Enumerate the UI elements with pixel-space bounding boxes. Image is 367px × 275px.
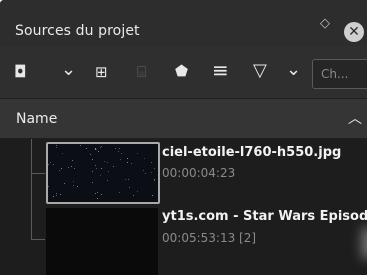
search-input[interactable]: Ch... <box>312 59 367 89</box>
star-dot <box>104 161 105 162</box>
float-panel-icon[interactable]: ◇ <box>320 16 330 31</box>
star-dot <box>92 159 93 160</box>
star-dot <box>74 168 75 169</box>
star-dot <box>50 162 51 163</box>
star-dot <box>95 193 96 194</box>
star-dot <box>107 180 108 181</box>
star-dot <box>120 159 121 160</box>
decorative-glow <box>362 228 367 258</box>
clip-duration: 00:05:53:13 [2] <box>162 231 257 245</box>
star-dot <box>154 168 155 169</box>
star-dot <box>92 171 93 172</box>
star-dot <box>131 163 132 164</box>
star-dot <box>56 195 57 196</box>
star-dot <box>154 180 155 181</box>
star-dot <box>118 151 119 152</box>
star-dot <box>56 145 57 146</box>
clip-name: yt1s.com - Star Wars Episode <box>162 209 367 224</box>
star-dot <box>95 148 96 149</box>
star-dot <box>56 147 57 148</box>
star-dot <box>96 149 97 150</box>
clip-thumbnail[interactable] <box>46 142 160 204</box>
star-dot <box>119 192 120 193</box>
star-dot <box>95 165 96 166</box>
star-dot <box>98 151 99 152</box>
filter-icon[interactable]: ▽ <box>253 61 267 81</box>
star-dot <box>97 198 98 199</box>
star-dot <box>53 164 54 165</box>
star-dot <box>128 179 129 180</box>
panel-titlebar: Sources du projet ◇ ✕ <box>0 0 367 46</box>
star-dot <box>107 162 108 163</box>
panel-title: Sources du projet <box>15 23 140 39</box>
chevron-up-icon[interactable]: ︿ <box>348 108 362 128</box>
star-dot <box>95 149 96 150</box>
star-dot <box>97 192 98 193</box>
chevron-down-icon[interactable]: ⌄ <box>61 60 76 80</box>
project-bin-panel: Sources du projet ◇ ✕ ◘ ⌄ ⊞ ⌸ ⬟ ≡ ▽ ⌄ Ch… <box>0 0 367 275</box>
star-dot <box>61 168 62 169</box>
star-dot <box>127 158 128 159</box>
star-dot <box>101 168 102 169</box>
clip-name: ciel-etoile-l760-h550.jpg <box>162 145 342 160</box>
star-dot <box>90 154 91 155</box>
delete-icon[interactable]: ⌸ <box>137 62 146 82</box>
star-dot <box>86 148 87 149</box>
star-dot <box>77 186 78 187</box>
star-dot <box>137 153 138 154</box>
star-dot <box>100 147 101 148</box>
star-dot <box>151 162 152 163</box>
star-dot <box>62 153 63 154</box>
name-column-header[interactable]: Name <box>16 111 57 127</box>
star-dot <box>100 175 101 176</box>
star-dot <box>119 148 120 149</box>
star-dot <box>56 193 57 194</box>
star-dot <box>127 162 128 163</box>
star-dot <box>101 146 102 147</box>
star-dot <box>72 160 73 161</box>
star-dot <box>48 164 49 165</box>
star-dot <box>143 170 144 171</box>
star-dot <box>137 191 138 192</box>
menu-icon[interactable]: ≡ <box>212 60 229 80</box>
close-icon: ✕ <box>348 24 360 40</box>
chevron-down-icon[interactable]: ⌄ <box>286 60 301 80</box>
tree-line <box>31 239 45 240</box>
column-header[interactable]: Name ︿ <box>0 99 367 139</box>
star-dot <box>145 173 146 174</box>
star-dot <box>121 153 122 154</box>
star-dot <box>152 195 153 196</box>
star-dot <box>115 148 116 149</box>
star-dot <box>53 196 54 197</box>
add-folder-icon[interactable]: ⊞ <box>95 62 108 82</box>
tree-line <box>31 139 32 239</box>
star-dot <box>144 158 145 159</box>
star-dot <box>59 170 60 171</box>
star-dot <box>108 171 109 172</box>
star-dot <box>48 186 49 187</box>
star-dot <box>96 168 97 169</box>
star-dot <box>92 182 93 183</box>
star-dot <box>64 183 65 184</box>
bin-toolbar: ◘ ⌄ ⊞ ⌸ ⬟ ≡ ▽ ⌄ Ch... <box>0 46 367 98</box>
star-dot <box>125 179 126 180</box>
star-dot <box>129 187 130 188</box>
tag-icon[interactable]: ⬟ <box>175 61 188 81</box>
close-panel-button[interactable]: ✕ <box>344 22 364 42</box>
star-dot <box>101 194 102 195</box>
clip-thumbnail[interactable] <box>46 208 158 275</box>
star-dot <box>71 166 72 167</box>
star-dot <box>113 166 114 167</box>
star-dot <box>68 167 69 168</box>
clip-duration: 00:00:04:23 <box>162 166 236 180</box>
star-dot <box>73 181 74 182</box>
star-dot <box>73 185 74 186</box>
star-dot <box>133 195 134 196</box>
add-clip-icon[interactable]: ◘ <box>14 62 27 82</box>
star-dot <box>151 172 152 173</box>
star-dot <box>60 194 61 195</box>
clip-list: ciel-etoile-l760-h550.jpg 00:00:04:23 yt… <box>0 139 367 275</box>
tree-line <box>31 173 45 174</box>
star-dot <box>80 145 81 146</box>
